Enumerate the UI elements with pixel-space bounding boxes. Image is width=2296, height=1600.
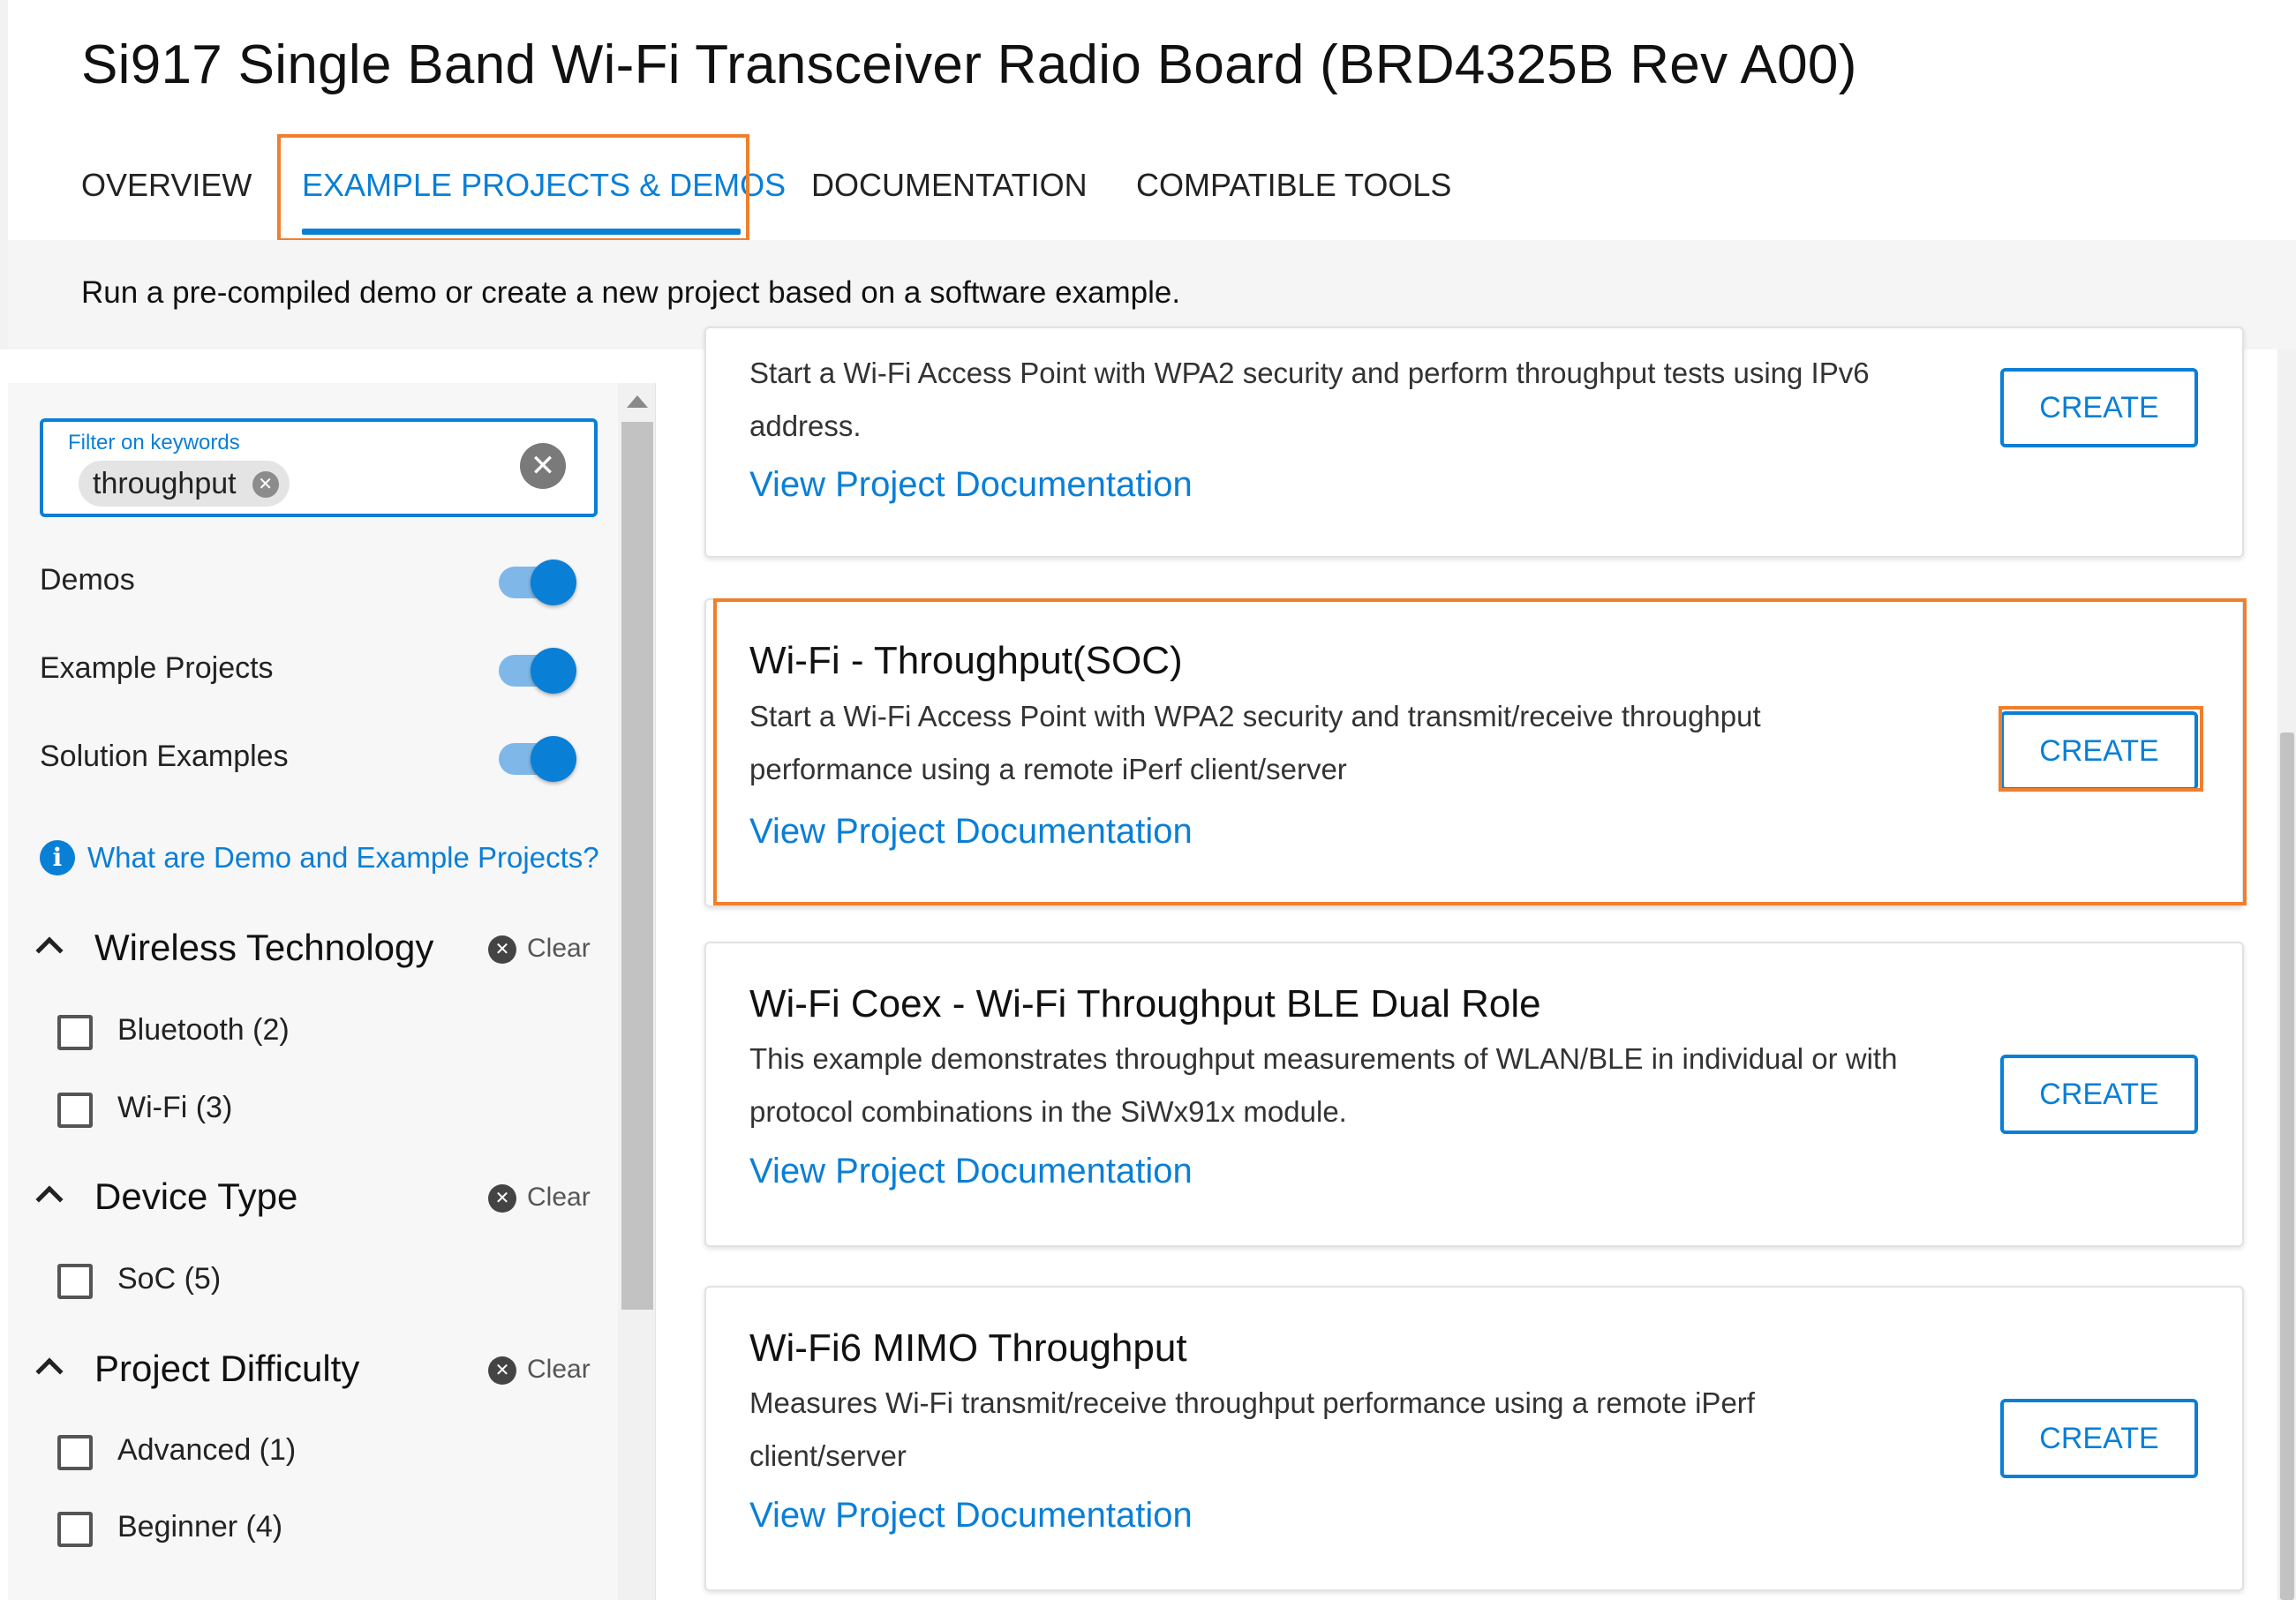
- project-description: This example demonstrates throughput mea…: [749, 1042, 1898, 1128]
- project-card: Wi-Fi Coex - Wi-Fi Throughput BLE Dual R…: [704, 942, 2244, 1247]
- toggle-example-projects: Example Projects: [40, 644, 587, 697]
- clear-filter-icon[interactable]: ✕: [520, 443, 566, 489]
- scroll-up-arrow-icon[interactable]: [627, 395, 648, 408]
- chevron-up-icon[interactable]: [35, 1357, 64, 1386]
- switch-knob: [531, 560, 576, 605]
- page-title: Si917 Single Band Wi-Fi Transceiver Radi…: [81, 34, 1857, 95]
- create-button[interactable]: CREATE: [2000, 368, 2198, 447]
- tab-documentation[interactable]: DOCUMENTATION: [811, 132, 1088, 238]
- keyword-chip: throughput ✕: [79, 461, 290, 507]
- tab-highlight-box: [277, 134, 749, 242]
- section-title: Device Type: [94, 1176, 298, 1217]
- section-title: Wireless Technology: [94, 927, 434, 968]
- project-description: Start a Wi-Fi Access Point with WPA2 sec…: [749, 357, 1870, 442]
- project-title: Wi-Fi6 MIMO Throughput: [749, 1326, 1187, 1370]
- info-icon: i: [40, 840, 75, 875]
- create-button[interactable]: CREATE: [2000, 1055, 2198, 1134]
- sidebar-scrollbar-thumb[interactable]: [621, 422, 653, 1310]
- switch-knob: [531, 648, 576, 694]
- example-projects-switch[interactable]: [499, 648, 576, 694]
- clear-label: Clear: [527, 934, 591, 963]
- page-scrollbar-thumb[interactable]: [2280, 732, 2294, 1600]
- chevron-up-icon[interactable]: [35, 936, 64, 965]
- project-documentation-link[interactable]: View Project Documentation: [749, 1152, 1193, 1191]
- toggle-label: Solution Examples: [40, 740, 289, 773]
- toggle-label: Demos: [40, 563, 135, 597]
- project-description: Measures Wi-Fi transmit/receive throughp…: [749, 1386, 1755, 1472]
- option-label: Advanced (1): [117, 1433, 297, 1467]
- project-documentation-link[interactable]: View Project Documentation: [749, 465, 1193, 505]
- project-title: Wi-Fi Coex - Wi-Fi Throughput BLE Dual R…: [749, 982, 1541, 1025]
- demo-info-link-label: What are Demo and Example Projects?: [87, 841, 599, 874]
- chevron-up-icon[interactable]: [35, 1185, 64, 1213]
- checkbox[interactable]: [57, 1435, 93, 1470]
- solution-examples-switch[interactable]: [499, 736, 576, 782]
- clear-icon: ✕: [488, 935, 516, 964]
- project-card: Start a Wi-Fi Access Point with WPA2 sec…: [704, 327, 2244, 558]
- section-title: Project Difficulty: [94, 1348, 360, 1389]
- clear-icon: ✕: [488, 1184, 516, 1213]
- chip-remove-icon[interactable]: ✕: [252, 471, 279, 498]
- option-label: Wi-Fi (3): [117, 1091, 233, 1124]
- keyword-chip-label: throughput: [93, 467, 237, 500]
- checkbox[interactable]: [57, 1093, 93, 1128]
- keyword-filter-input[interactable]: Filter on keywords throughput ✕ ✕: [40, 418, 598, 517]
- project-card: Wi-Fi6 MIMO Throughput Measures Wi-Fi tr…: [704, 1286, 2244, 1591]
- option-label: Bluetooth (2): [117, 1013, 290, 1047]
- section-project-difficulty: Project Difficulty ✕ Clear: [35, 1348, 605, 1401]
- create-highlight-box: [1999, 706, 2203, 792]
- create-button[interactable]: CREATE: [2000, 1399, 2198, 1478]
- tab-compatible-tools[interactable]: COMPATIBLE TOOLS: [1136, 132, 1451, 238]
- checkbox[interactable]: [57, 1015, 93, 1050]
- section-device-type: Device Type ✕ Clear: [35, 1176, 605, 1228]
- toggle-label: Example Projects: [40, 651, 274, 685]
- switch-knob: [531, 736, 576, 782]
- option-label: SoC (5): [117, 1262, 222, 1296]
- toggle-demos: Demos: [40, 556, 587, 609]
- section-wireless-technology: Wireless Technology ✕ Clear: [35, 927, 605, 980]
- clear-icon: ✕: [488, 1356, 516, 1385]
- subheader-text: Run a pre-compiled demo or create a new …: [81, 275, 1181, 310]
- filter-label: Filter on keywords: [68, 431, 240, 454]
- project-documentation-link[interactable]: View Project Documentation: [749, 1496, 1193, 1536]
- checkbox[interactable]: [57, 1512, 93, 1547]
- toggle-solution-examples: Solution Examples: [40, 732, 587, 785]
- demos-switch[interactable]: [499, 560, 576, 605]
- checkbox[interactable]: [57, 1264, 93, 1299]
- tab-overview[interactable]: OVERVIEW: [81, 132, 252, 238]
- clear-label: Clear: [527, 1355, 591, 1384]
- clear-label: Clear: [527, 1183, 591, 1212]
- option-label: Beginner (4): [117, 1510, 283, 1544]
